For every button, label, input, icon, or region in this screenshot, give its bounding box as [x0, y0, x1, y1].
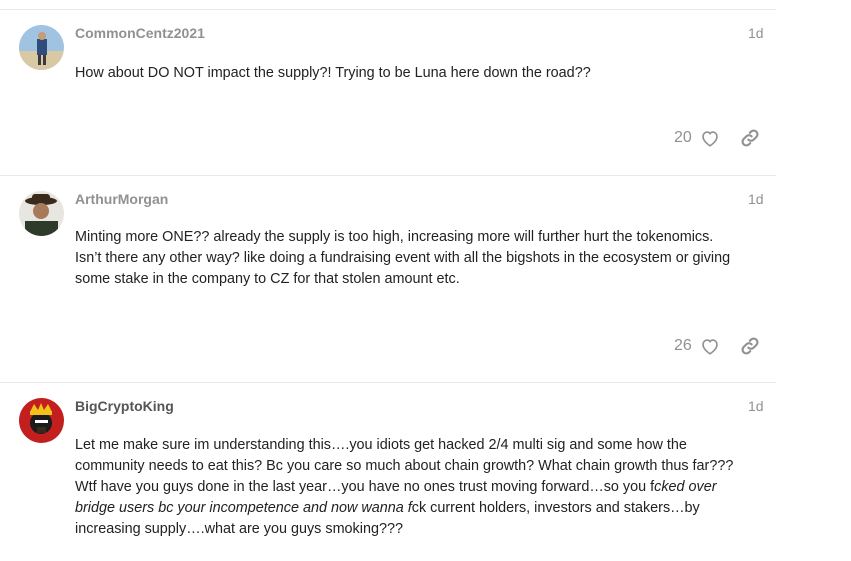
post-body-line: How about DO NOT impact the supply?! Try…	[75, 65, 591, 81]
post-body: How about DO NOT impact the supply?! Try…	[75, 63, 765, 84]
post-arthurmorgan: ArthurMorgan 1d Minting more ONE?? alrea…	[0, 175, 776, 383]
heart-outline-icon[interactable]	[696, 332, 724, 360]
post-actions: 26	[674, 332, 764, 360]
post-body-line: Minting more ONE?? already the supply is…	[75, 229, 714, 245]
link-icon[interactable]	[736, 332, 764, 360]
post-date[interactable]: 1d	[748, 25, 764, 41]
post-body-paragraph: Let me make sure im understanding this….…	[75, 435, 745, 540]
post-commoncentz2021: CommonCentz2021 1d How about DO NOT impa…	[0, 9, 776, 176]
post-body: Let me make sure im understanding this….…	[75, 435, 745, 540]
post-bigcryptoking: BigCryptoKing 1d Let me make sure im und…	[0, 382, 776, 561]
post-actions: 20	[674, 124, 764, 152]
link-icon[interactable]	[736, 124, 764, 152]
post-username[interactable]: BigCryptoKing	[75, 398, 174, 414]
like-count[interactable]: 26	[674, 337, 692, 355]
post-body-text: Let me make sure im understanding this….…	[75, 437, 734, 495]
post-body-line: some stake in the company to CZ for that…	[75, 271, 460, 287]
post-username[interactable]: CommonCentz2021	[75, 25, 205, 41]
like-count[interactable]: 20	[674, 129, 692, 147]
avatar-arthurmorgan[interactable]	[19, 191, 64, 236]
post-date[interactable]: 1d	[748, 191, 764, 207]
avatar-bigcryptoking[interactable]	[19, 398, 64, 443]
post-date[interactable]: 1d	[748, 398, 764, 414]
heart-outline-icon[interactable]	[696, 124, 724, 152]
post-body-line: Isn’t there any other way? like doing a …	[75, 250, 731, 266]
post-username[interactable]: ArthurMorgan	[75, 191, 168, 207]
post-body: Minting more ONE?? already the supply is…	[75, 227, 765, 290]
avatar-commoncentz2021[interactable]	[19, 25, 64, 70]
